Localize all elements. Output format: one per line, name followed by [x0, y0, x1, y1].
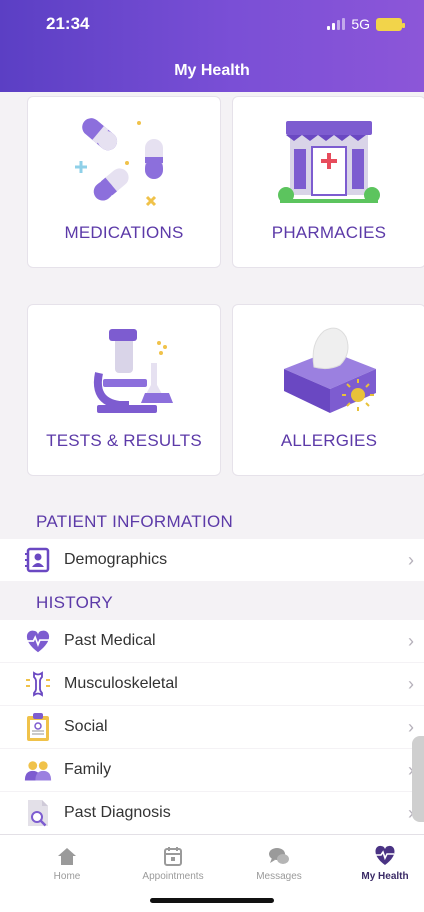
tests-results-tile[interactable]: TESTS & RESULTS	[27, 304, 221, 476]
clipboard-icon	[24, 713, 52, 741]
signal-icon	[327, 18, 346, 30]
calendar-icon	[164, 847, 182, 866]
section-title-patient-information: PATIENT INFORMATION	[36, 512, 234, 531]
microscope-icon	[94, 329, 173, 413]
list-item-musculoskeletal[interactable]: Musculoskeletal ›	[0, 663, 424, 705]
list-item-label: Past Medical	[64, 632, 156, 649]
list-item-label: Past Diagnosis	[64, 804, 171, 821]
list-item-label: Musculoskeletal	[64, 675, 178, 692]
pharmacy-store-icon	[278, 121, 380, 203]
tile-label: MEDICATIONS	[64, 223, 184, 242]
heartbeat-icon	[24, 627, 52, 655]
heart-pulse-icon	[375, 845, 395, 865]
tissue-box-icon	[284, 327, 376, 413]
list-item-label: Demographics	[64, 551, 168, 568]
list-item-label: Family	[64, 761, 112, 778]
document-search-icon	[24, 799, 52, 827]
home-indicator	[150, 898, 274, 903]
tile-label: ALLERGIES	[280, 431, 378, 450]
chat-icon	[269, 848, 289, 864]
network-label: 5G	[351, 16, 370, 32]
bone-icon	[24, 670, 52, 698]
tile-label: PHARMACIES	[271, 223, 387, 242]
chevron-right-icon: ›	[408, 716, 414, 737]
tab-label: My Health	[361, 871, 409, 882]
list-item-label: Social	[64, 718, 108, 735]
tab-label: Messages	[256, 871, 302, 882]
chevron-right-icon: ›	[408, 630, 414, 651]
tab-label: Home	[53, 871, 81, 882]
chevron-right-icon: ›	[408, 673, 414, 694]
list-item-family[interactable]: Family ›	[0, 749, 424, 791]
pills-icon	[75, 118, 163, 207]
app-header: 21:34 5G My Health	[0, 0, 424, 92]
status-bar: 21:34 5G	[0, 14, 424, 38]
status-time: 21:34	[46, 14, 90, 33]
tile-label: TESTS & RESULTS	[46, 431, 202, 450]
list-item-demographics[interactable]: Demographics ›	[0, 539, 424, 581]
tab-my-health[interactable]: My Health	[332, 845, 424, 882]
chevron-right-icon: ›	[408, 549, 414, 570]
home-icon	[58, 848, 76, 865]
list-item-social[interactable]: Social ›	[0, 706, 424, 748]
tab-label: Appointments	[142, 871, 204, 882]
list-item-past-diagnosis[interactable]: Past Diagnosis ›	[0, 792, 424, 834]
tab-messages[interactable]: Messages	[226, 845, 332, 882]
family-icon	[24, 756, 52, 784]
id-card-icon	[24, 546, 52, 574]
section-title-history: HISTORY	[36, 593, 114, 612]
list-item-past-medical[interactable]: Past Medical ›	[0, 620, 424, 662]
pharmacies-tile[interactable]: PHARMACIES	[232, 96, 424, 268]
allergies-tile[interactable]: ALLERGIES	[232, 304, 424, 476]
tab-appointments[interactable]: Appointments	[120, 845, 226, 882]
battery-icon	[376, 17, 405, 31]
side-drawer-handle[interactable]	[412, 736, 424, 822]
medications-tile[interactable]: MEDICATIONS	[27, 96, 221, 268]
page-title: My Health	[174, 62, 250, 79]
status-indicators: 5G	[327, 16, 405, 32]
tab-home[interactable]: Home	[14, 845, 120, 882]
